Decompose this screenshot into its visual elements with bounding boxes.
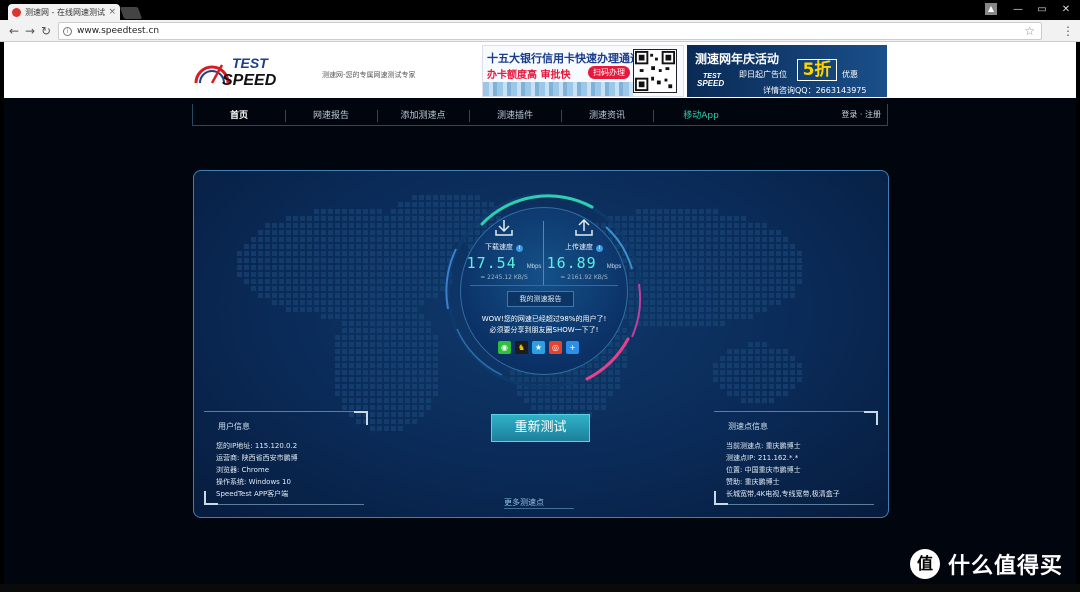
nav-divider [653, 110, 654, 122]
box-line [204, 411, 354, 412]
ad2-discount-suffix: 优惠 [842, 70, 858, 79]
banner-ad-anniversary[interactable]: 测速网年庆活动 TEST SPEED 即日起广告位 5折 优惠 详情咨询QQ：2… [687, 45, 887, 97]
server-info-box: 测速点信息 当前测速点: 重庆鹏博士 测速点IP: 211.162.*.* 位置… [714, 411, 878, 505]
ad-scan-button[interactable]: 扫码办理 [588, 66, 630, 79]
more-points-underline [504, 508, 574, 509]
site-slogan: 测速网-您的专属网速测试专家 [322, 71, 416, 79]
wechat-icon[interactable]: ◉ [498, 341, 511, 354]
ad2-subtitle: 即日起广告位 [739, 70, 787, 79]
upload-label: 上传速度 [565, 243, 593, 251]
weibo-icon[interactable]: ◎ [549, 341, 562, 354]
app-client-link[interactable]: SpeedTest APP客户端 [216, 489, 288, 499]
download-result: 下载速度 i 17.54 Mbps = 2245.12 KB/S [464, 219, 544, 281]
upload-speed-value: 16.89 [546, 254, 597, 272]
site-info-icon[interactable]: i [63, 26, 72, 36]
user-info-box: 用户信息 您的IP地址: 115.120.0.2 运营商: 陕西省西安市鹏博 浏… [204, 411, 368, 505]
site-header: TEST SPEED 测速网-您的专属网速测试专家 十五大银行信用卡快速办理通道… [4, 42, 1076, 98]
upload-speed-unit: Mbps [606, 264, 622, 270]
download-icon [495, 220, 513, 236]
browser-toolbar: ← → ↻ i www.speedtest.cn ☆ ⋮ [0, 20, 1080, 42]
server-location: 位置: 中国重庆市鹏博士 [726, 466, 801, 474]
browser-tab-strip: 测速网 - 在线网速测试,网 × ▲ — ▭ ✕ [0, 0, 1080, 20]
nav-item-home[interactable]: 首页 [193, 108, 285, 121]
ad2-contact: 详情咨询QQ：2663143975 [763, 86, 867, 95]
back-button[interactable]: ← [6, 23, 22, 39]
user-isp: 运营商: 陕西省西安市鹏博 [216, 454, 298, 462]
main-nav: 首页 网速报告 添加测速点 测速插件 测速资讯 移动App 登录 · 注册 [192, 104, 888, 126]
box-line [728, 504, 874, 505]
more-test-points-link[interactable]: 更多测速点 [504, 497, 544, 508]
logo-text-bottom: SPEED [222, 72, 277, 89]
corner-decoration [354, 411, 368, 425]
qq-icon[interactable]: ♞ [515, 341, 528, 354]
site-favicon-icon [12, 7, 21, 17]
nav-item-add-point[interactable]: 添加测速点 [377, 108, 469, 121]
user-os: 操作系统: Windows 10 [216, 478, 291, 486]
watermark-logo: 值 [910, 549, 940, 579]
svg-text:SPEED: SPEED [697, 79, 724, 87]
server-sponsor: 赞助: 重庆鹏博士 [726, 478, 780, 486]
browser-tab[interactable]: 测速网 - 在线网速测试,网 × [8, 4, 120, 20]
user-ip: 您的IP地址: 115.120.0.2 [216, 442, 298, 450]
download-info-icon[interactable]: i [516, 245, 523, 252]
server-info-title: 测速点信息 [728, 422, 768, 431]
wow-message: WOW!您的网速已经超过98%的用户了! 必须要分享到朋友圈SHOW一下了! [460, 314, 628, 336]
ad2-discount: 5折 [797, 59, 837, 81]
wow-line-2: 必须要分享到朋友圈SHOW一下了! [489, 326, 599, 334]
nav-item-speed-report[interactable]: 网速报告 [285, 108, 377, 121]
login-register-link[interactable]: 登录 · 注册 [841, 109, 881, 120]
upload-icon [575, 218, 593, 236]
logo-text-top: TEST [232, 55, 269, 71]
download-kbs-value: = 2245.12 KB/S [480, 274, 528, 281]
user-info-title: 用户信息 [218, 422, 250, 431]
ad-city-graphic [483, 82, 633, 96]
taskbar-strip [0, 584, 1080, 592]
profile-icon[interactable]: ▲ [985, 3, 997, 15]
sponsor-products: 长城宽带,4K电视,专线宽带,极清盒子 [726, 490, 840, 498]
tab-close-icon[interactable]: × [108, 7, 116, 17]
nav-item-news[interactable]: 测速资讯 [561, 108, 653, 121]
user-browser: 浏览器: Chrome [216, 466, 270, 474]
forward-button[interactable]: → [22, 23, 38, 39]
retest-button[interactable]: 重新测试 [491, 414, 590, 442]
download-label: 下载速度 [485, 243, 513, 251]
download-speed-unit: Mbps [526, 264, 542, 270]
download-speed-value: 17.54 [466, 254, 517, 272]
address-bar[interactable]: i www.speedtest.cn ☆ [58, 22, 1042, 40]
bookmark-star-icon[interactable]: ☆ [1024, 24, 1035, 38]
upload-result: 上传速度 i 16.89 Mbps = 2161.92 KB/S [544, 218, 624, 281]
box-line [714, 411, 864, 412]
nav-item-mobile-app[interactable]: 移动App [655, 108, 747, 121]
ad2-logo: TEST SPEED [697, 73, 724, 87]
banner-ad-credit-card[interactable]: 十五大银行信用卡快速办理通道 办卡额度高 审批快 扫码办理 [482, 45, 684, 97]
close-window-button[interactable]: ✕ [1052, 2, 1080, 16]
box-line [218, 504, 364, 505]
corner-decoration [864, 411, 878, 425]
ad-title: 十五大银行信用卡快速办理通道 [487, 52, 641, 65]
gauge-separator [470, 285, 618, 286]
url-text: www.speedtest.cn [77, 26, 160, 36]
site-logo[interactable]: TEST SPEED [192, 53, 292, 89]
upload-info-icon[interactable]: i [596, 245, 603, 252]
my-report-button[interactable]: 我的测速报告 [507, 291, 574, 307]
tab-title: 测速网 - 在线网速测试,网 [25, 7, 105, 17]
qzone-icon[interactable]: ★ [532, 341, 545, 354]
site-watermark: 值 什么值得买 [910, 548, 1063, 580]
ad2-title: 测速网年庆活动 [695, 52, 780, 66]
web-page: TEST SPEED 测速网-您的专属网速测试专家 十五大银行信用卡快速办理通道… [4, 42, 1076, 584]
server-ip: 测速点IP: 211.162.*.* [726, 454, 799, 462]
share-icons: ◉ ♞ ★ ◎ + [498, 341, 579, 355]
browser-menu-icon[interactable]: ⋮ [1060, 23, 1076, 39]
wow-line-1: WOW!您的网速已经超过98%的用户了! [481, 315, 607, 323]
more-share-icon[interactable]: + [566, 341, 579, 354]
ad-subtitle: 办卡额度高 审批快 [487, 70, 571, 81]
nav-item-plugin[interactable]: 测速插件 [469, 108, 561, 121]
server-name: 当前测速点: 重庆鹏博士 [726, 442, 801, 450]
speed-test-panel: 下载速度 i 17.54 Mbps = 2245.12 KB/S 上传速度 i 16… [193, 170, 889, 518]
upload-kbs-value: = 2161.92 KB/S [560, 274, 608, 281]
watermark-text: 什么值得买 [948, 554, 1064, 579]
qr-code-icon [633, 49, 677, 93]
reload-button[interactable]: ↻ [38, 23, 54, 39]
new-tab-button[interactable] [119, 7, 143, 19]
